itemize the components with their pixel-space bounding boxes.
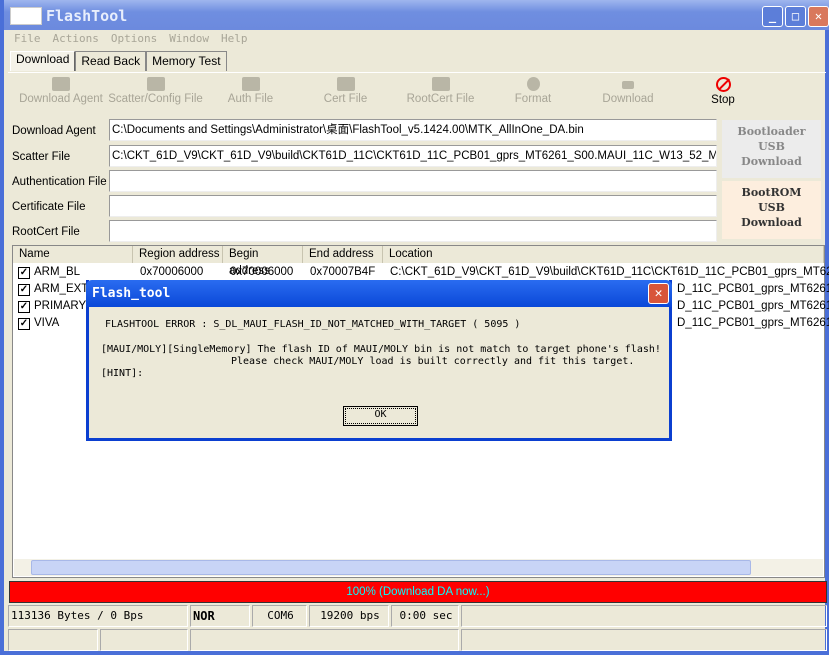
dialog-close-button[interactable]: ✕ [648,283,669,304]
status-baud: 19200 bps [309,605,389,627]
checkbox[interactable]: ✓ [18,267,30,279]
cert-file-field[interactable] [109,195,717,217]
download-agent-field[interactable]: C:\Documents and Settings\Administrator\… [109,119,717,141]
status-empty [461,629,827,651]
table-header: Name Region address Begin address End ad… [13,246,824,277]
title-bar: FlashTool _ □ ✕ [4,0,829,30]
menu-window[interactable]: Window [169,32,209,48]
bootloader-usb-download-button[interactable]: Bootloader USB Download [722,120,821,178]
auth-file-button[interactable]: Auth File [213,77,288,105]
error-hint: [HINT]: [101,368,144,379]
checkbox[interactable]: ✓ [18,318,30,330]
checkbox[interactable]: ✓ [18,301,30,313]
error-detail-line2: Please check MAUI/MOLY load is built cor… [231,356,635,367]
rootcert-file-field[interactable] [109,220,717,242]
menu-file[interactable]: File [14,32,41,48]
folder-open-icon [52,77,70,91]
error-message: FLASHTOOL ERROR : S_DL_MAUI_FLASH_ID_NOT… [105,319,521,330]
download-button[interactable]: Download [593,77,663,105]
menu-options[interactable]: Options [111,32,157,48]
status-empty [100,629,188,651]
status-type: NOR [190,605,250,627]
col-name[interactable]: Name [13,246,133,263]
folder-open-icon [146,77,165,91]
app-icon [10,7,42,25]
format-button[interactable]: Format [503,77,563,105]
window-title: FlashTool [46,7,128,25]
close-button[interactable]: ✕ [808,6,829,27]
stop-icon [715,77,731,92]
col-begin[interactable]: Begin address [223,246,303,277]
status-empty [8,629,98,651]
status-bytes: 113136 Bytes / 0 Bps [8,605,188,627]
auth-file-label: Authentication File [12,176,107,188]
cert-file-button[interactable]: Cert File [308,77,383,105]
auth-file-field[interactable] [109,170,717,192]
folder-open-icon [431,77,450,91]
maximize-button[interactable]: □ [785,6,806,27]
status-empty [461,605,827,627]
folder-open-icon [336,77,355,91]
checkbox[interactable]: ✓ [18,284,30,296]
format-icon [526,77,540,91]
download-icon [622,81,634,89]
menu-bar: File Actions Options Window Help [8,32,253,48]
progress-bar: 100% (Download DA now...) [9,581,827,603]
menu-help[interactable]: Help [221,32,248,48]
status-time: 0:00 sec [391,605,459,627]
status-empty [190,629,459,651]
tab-read-back[interactable]: Read Back [75,51,147,71]
download-agent-label: Download Agent [12,125,96,137]
cert-file-label: Certificate File [12,201,86,213]
folder-open-icon [241,77,260,91]
download-agent-button[interactable]: Download Agent [16,77,106,105]
col-location[interactable]: Location [383,246,824,263]
scatter-file-label: Scatter File [12,151,71,163]
error-detail-line1: [MAUI/MOLY][SingleMemory] The flash ID o… [101,344,661,355]
dialog-title-bar: Flash_tool ✕ [86,280,672,307]
ok-button[interactable]: OK [343,406,418,426]
rootcert-file-button[interactable]: RootCert File [398,77,483,105]
horizontal-scrollbar[interactable] [14,559,823,576]
bootrom-usb-download-button[interactable]: BootROM USB Download [722,181,821,239]
scatter-file-field[interactable]: C:\CKT_61D_V9\CKT_61D_V9\build\CKT61D_11… [109,145,717,167]
menu-actions[interactable]: Actions [53,32,99,48]
dialog-title: Flash_tool [92,286,171,301]
col-region[interactable]: Region address [133,246,223,263]
rootcert-file-label: RootCert File [12,226,80,238]
stop-button[interactable]: Stop [703,77,743,106]
scrollbar-thumb[interactable] [31,560,751,575]
error-dialog: Flash_tool ✕ FLASHTOOL ERROR : S_DL_MAUI… [86,280,672,441]
minimize-button[interactable]: _ [762,6,783,27]
scatter-config-button[interactable]: Scatter/Config File [108,77,203,105]
status-port: COM6 [252,605,307,627]
toolbar: Download Agent Scatter/Config File Auth … [8,72,826,116]
tab-memory-test[interactable]: Memory Test [146,51,227,71]
col-end[interactable]: End address [303,246,383,263]
tab-download[interactable]: Download [10,51,76,71]
